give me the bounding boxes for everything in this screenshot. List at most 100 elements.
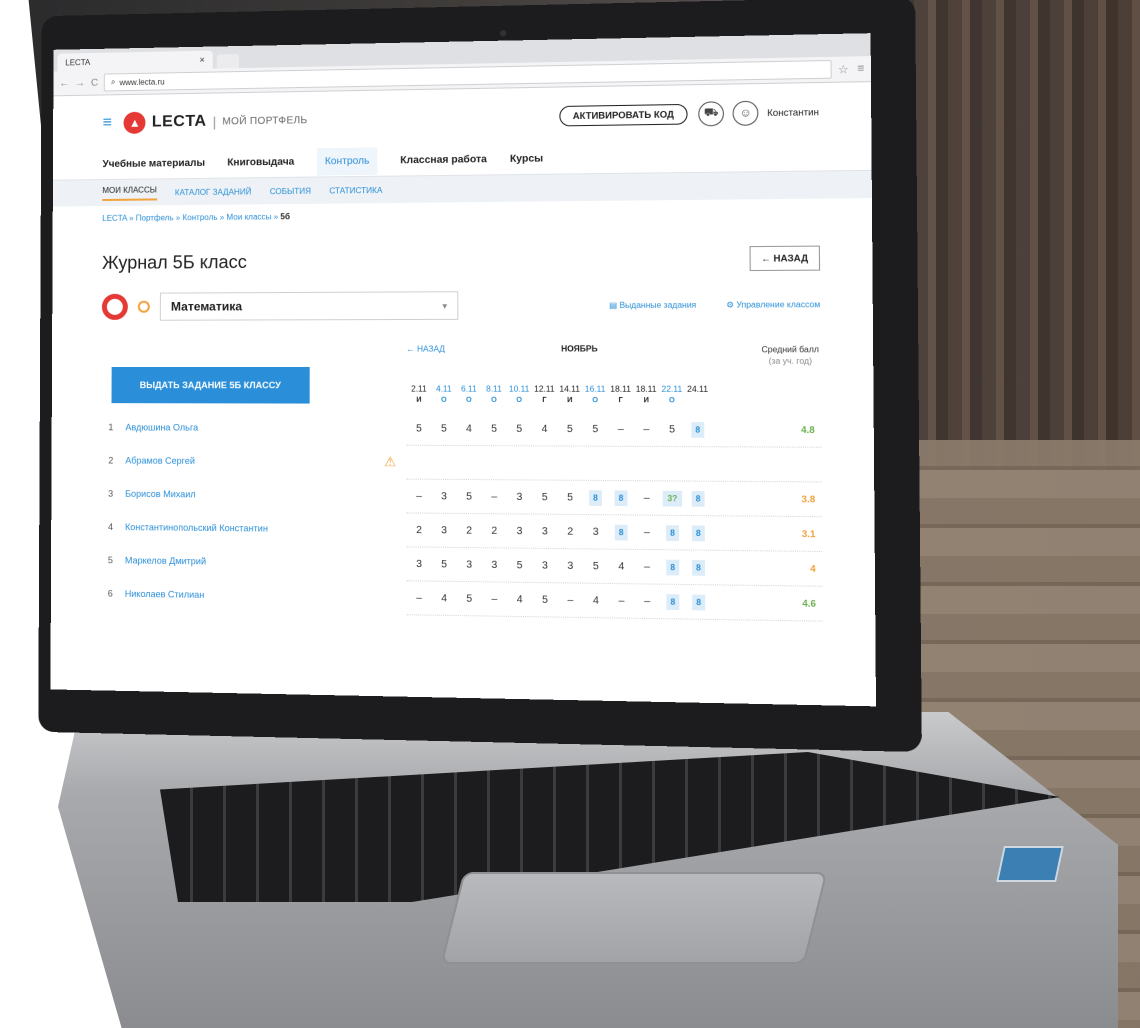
menu-icon[interactable]: ≡ bbox=[857, 62, 864, 76]
grade-cell[interactable]: 4 bbox=[583, 595, 609, 607]
breadcrumb-path[interactable]: LECTA » Портфель » Контроль » Мои классы… bbox=[102, 212, 280, 223]
user-icon[interactable]: ☺ bbox=[732, 100, 759, 126]
grade-cell[interactable]: 5 bbox=[532, 491, 557, 503]
grade-cell[interactable]: 2 bbox=[557, 526, 582, 538]
grade-cell[interactable]: – bbox=[634, 595, 660, 607]
grade-cell[interactable]: 2 bbox=[457, 525, 482, 537]
grade-cell[interactable]: 3 bbox=[558, 560, 583, 572]
star-icon[interactable]: ☆ bbox=[838, 62, 849, 76]
new-tab-button[interactable] bbox=[216, 54, 239, 69]
grade-cell[interactable]: – bbox=[634, 561, 660, 573]
grade-badge[interactable]: 8 bbox=[685, 490, 711, 507]
date-column[interactable]: 24.11 bbox=[685, 384, 711, 407]
hamburger-icon[interactable]: ≡ bbox=[103, 114, 112, 132]
grade-cell[interactable]: 5 bbox=[583, 560, 609, 572]
grade-badge[interactable]: 8 bbox=[685, 421, 711, 438]
date-column[interactable]: 16.11 О bbox=[582, 384, 608, 407]
grade-cell[interactable]: 2 bbox=[482, 525, 507, 537]
grade-cell[interactable]: 5 bbox=[481, 423, 506, 434]
grade-badge[interactable]: 8 bbox=[660, 593, 686, 610]
grade-cell[interactable]: – bbox=[608, 423, 634, 435]
grade-cell[interactable]: 5 bbox=[583, 423, 609, 434]
student-name-link[interactable]: Константинопольский Константин bbox=[125, 522, 268, 534]
student-name-link[interactable]: Абрамов Сергей bbox=[125, 455, 195, 466]
reload-icon[interactable]: C bbox=[91, 77, 98, 88]
assign-task-button[interactable]: ВЫДАТЬ ЗАДАНИЕ 5Б КЛАССУ bbox=[111, 366, 310, 404]
grade-cell[interactable]: – bbox=[609, 595, 635, 607]
nav-item-classwork[interactable]: Классная работа bbox=[400, 154, 487, 166]
student-name-link[interactable]: Авдюшина Ольга bbox=[125, 422, 198, 432]
grade-badge[interactable]: 3? bbox=[659, 490, 685, 507]
grade-cell[interactable]: – bbox=[634, 492, 660, 504]
grade-cell[interactable]: 3 bbox=[457, 559, 482, 571]
grade-cell[interactable]: 3 bbox=[532, 560, 557, 572]
grade-badge[interactable]: 8 bbox=[608, 489, 634, 506]
grade-cell[interactable]: 4 bbox=[532, 423, 557, 434]
nav-item-materials[interactable]: Учебные материалы bbox=[102, 157, 205, 169]
grade-cell[interactable]: 3 bbox=[532, 525, 557, 537]
subnav-item-events[interactable]: СОБЫТИЯ bbox=[270, 186, 311, 196]
activate-code-button[interactable]: АКТИВИРОВАТЬ КОД bbox=[559, 103, 688, 127]
grade-badge[interactable]: 8 bbox=[686, 559, 712, 576]
subnav-item-my-classes[interactable]: МОИ КЛАССЫ bbox=[102, 184, 157, 201]
grade-cell[interactable]: – bbox=[634, 526, 660, 539]
grade-badge[interactable]: 8 bbox=[660, 559, 686, 575]
journal-back-link[interactable]: ← НАЗАД bbox=[406, 344, 445, 353]
subnav-item-statistics[interactable]: СТАТИСТИКА bbox=[329, 185, 382, 195]
grade-cell[interactable]: 5 bbox=[659, 424, 685, 436]
grade-cell[interactable]: 5 bbox=[557, 423, 582, 434]
grade-cell[interactable]: 5 bbox=[431, 423, 456, 434]
grade-badge[interactable]: 8 bbox=[583, 489, 609, 506]
grade-cell[interactable]: 5 bbox=[457, 593, 482, 605]
grade-badge[interactable]: 8 bbox=[608, 524, 634, 540]
date-column[interactable]: 4.11 О bbox=[431, 383, 456, 406]
grade-cell[interactable]: 3 bbox=[407, 558, 432, 570]
forward-arrow-icon[interactable]: → bbox=[75, 77, 85, 88]
manage-class-link[interactable]: ⚙ Управление классом bbox=[726, 299, 820, 309]
student-name-link[interactable]: Маркелов Дмитрий bbox=[125, 555, 206, 566]
back-arrow-icon[interactable]: ← bbox=[59, 78, 69, 89]
grade-badge[interactable]: 8 bbox=[686, 593, 712, 610]
grade-cell[interactable]: 4 bbox=[609, 561, 635, 573]
date-column[interactable]: 18.11 И bbox=[633, 384, 659, 407]
grade-cell[interactable]: – bbox=[558, 594, 583, 606]
date-column[interactable]: 2.11 И bbox=[406, 383, 431, 406]
user-name[interactable]: Константин bbox=[767, 107, 819, 118]
date-column[interactable]: 12.11 Г bbox=[532, 383, 557, 406]
grade-cell[interactable]: 2 bbox=[407, 524, 432, 536]
subnav-item-catalog[interactable]: КАТАЛОГ ЗАДАНИЙ bbox=[175, 187, 252, 197]
grade-cell[interactable]: 4 bbox=[432, 592, 457, 604]
grade-badge[interactable]: 8 bbox=[685, 524, 711, 541]
back-button[interactable]: ← НАЗАД bbox=[749, 245, 821, 272]
nav-item-books[interactable]: Книговыдача bbox=[227, 156, 294, 168]
grade-badge[interactable]: 8 bbox=[660, 524, 686, 541]
grade-cell[interactable]: 5 bbox=[557, 492, 582, 504]
grade-cell[interactable]: 5 bbox=[456, 491, 481, 503]
grade-cell[interactable]: 4 bbox=[456, 423, 481, 434]
nav-item-control[interactable]: Контроль bbox=[316, 146, 378, 175]
grade-cell[interactable]: 5 bbox=[507, 559, 532, 571]
date-column[interactable]: 10.11 О bbox=[507, 383, 532, 406]
date-column[interactable]: 22.11 О bbox=[659, 384, 685, 407]
grade-cell[interactable]: – bbox=[407, 592, 432, 604]
grade-cell[interactable]: 5 bbox=[532, 594, 557, 606]
subject-select[interactable]: Математика ▾ bbox=[159, 291, 459, 321]
grade-cell[interactable]: 5 bbox=[432, 558, 457, 570]
grade-cell[interactable]: 5 bbox=[406, 423, 431, 434]
grade-cell[interactable]: – bbox=[407, 490, 432, 501]
grade-cell[interactable]: – bbox=[482, 491, 507, 503]
grade-cell[interactable]: 3 bbox=[482, 559, 507, 571]
student-name-link[interactable]: Николаев Стилиан bbox=[125, 589, 205, 600]
date-column[interactable]: 6.11 О bbox=[456, 383, 481, 406]
browser-tab[interactable]: LECTA × bbox=[57, 50, 213, 72]
date-column[interactable]: 18.11 Г bbox=[608, 384, 634, 407]
grade-cell[interactable]: 3 bbox=[507, 491, 532, 503]
grade-cell[interactable]: 3 bbox=[432, 524, 457, 536]
student-name-link[interactable]: Борисов Михаил bbox=[125, 489, 196, 500]
grade-cell[interactable]: 5 bbox=[507, 423, 532, 434]
close-icon[interactable]: × bbox=[199, 55, 204, 65]
issued-tasks-link[interactable]: ▤ Выданные задания bbox=[609, 300, 696, 310]
grade-cell[interactable]: – bbox=[634, 424, 660, 436]
grade-cell[interactable]: – bbox=[482, 593, 507, 605]
grade-cell[interactable]: 3 bbox=[507, 525, 532, 537]
